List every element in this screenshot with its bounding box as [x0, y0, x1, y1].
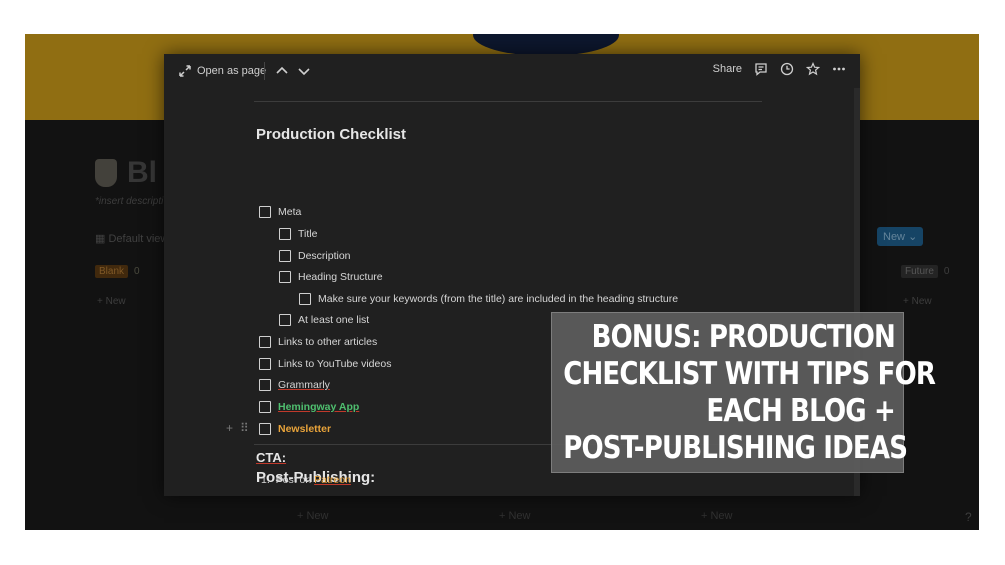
block-handles: + ⠿	[226, 421, 249, 435]
more-icon[interactable]	[832, 62, 846, 76]
share-button[interactable]: Share	[713, 63, 742, 75]
checklist-item-links-articles: Links to other articles	[259, 334, 377, 350]
hemingway-link[interactable]: Hemingway App	[278, 401, 359, 413]
bonus-caption-overlay: BONUS: PRODUCTION CHECKLIST WITH TIPS FO…	[551, 312, 936, 473]
todo-checkbox[interactable]	[279, 228, 291, 240]
checklist-item-hemingway: Hemingway App	[259, 399, 359, 415]
caption-line: POST-PUBLISHING IDEAS	[563, 430, 908, 466]
checklist-item-list: At least one list	[279, 312, 369, 328]
checklist-item-links-youtube: Links to YouTube videos	[259, 356, 391, 372]
checklist-item-heading-structure: Heading Structure	[279, 269, 383, 285]
caption-line: CHECKLIST WITH TIPS FOR	[563, 356, 936, 392]
chevron-up-icon[interactable]	[275, 64, 289, 78]
comment-icon[interactable]	[754, 62, 768, 76]
checklist-item-keywords: Make sure your keywords (from the title)…	[299, 291, 678, 307]
modal-topbar: Open as page Share	[164, 54, 860, 88]
checklist-item-meta: Meta	[259, 204, 301, 220]
checklist-item-description: Description	[279, 248, 351, 264]
open-as-page-button[interactable]: Open as page	[178, 64, 266, 78]
checklist-item-grammarly: Grammarly	[259, 377, 330, 393]
todo-checkbox[interactable]	[259, 206, 271, 218]
todo-checkbox[interactable]	[259, 401, 271, 413]
plus-icon[interactable]: +	[226, 421, 233, 435]
todo-checkbox[interactable]	[259, 336, 271, 348]
todo-checkbox[interactable]	[279, 250, 291, 262]
todo-checkbox[interactable]	[259, 358, 271, 370]
caption-line: BONUS: PRODUCTION	[591, 319, 896, 355]
bonus-caption-text: BONUS: PRODUCTION CHECKLIST WITH TIPS FO…	[563, 319, 936, 467]
post-publishing-heading: Post-Publishing:	[256, 469, 376, 486]
todo-checkbox[interactable]	[279, 271, 291, 283]
todo-checkbox[interactable]	[299, 293, 311, 305]
todo-checkbox[interactable]	[259, 423, 271, 435]
caption-line: EACH BLOG +	[706, 393, 895, 429]
clock-icon[interactable]	[780, 62, 794, 76]
checklist-item-newsletter: Newsletter	[259, 421, 331, 437]
checklist-item-title: Title	[279, 226, 317, 242]
todo-checkbox[interactable]	[279, 314, 291, 326]
drag-handle-icon[interactable]: ⠿	[240, 421, 249, 435]
production-checklist-heading: Production Checklist	[256, 126, 407, 143]
expand-icon	[179, 65, 191, 77]
page-navigation	[264, 62, 311, 80]
todo-checkbox[interactable]	[259, 379, 271, 391]
divider	[254, 101, 762, 102]
topbar-actions: Share	[713, 62, 846, 76]
chevron-down-icon[interactable]	[297, 64, 311, 78]
star-icon[interactable]	[806, 62, 820, 76]
